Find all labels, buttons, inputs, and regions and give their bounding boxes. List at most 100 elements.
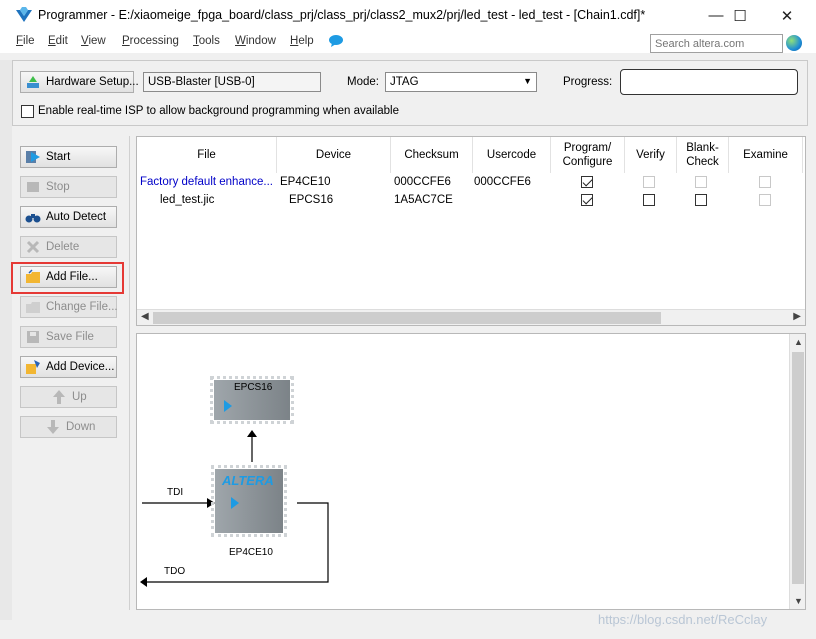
hardware-icon — [27, 76, 39, 88]
down-button[interactable]: Down — [20, 416, 117, 438]
header-device[interactable]: Device — [277, 137, 391, 173]
binoculars-icon — [25, 214, 41, 223]
menu-view[interactable]: View — [81, 35, 106, 47]
header-program-line2: Configure — [562, 156, 613, 168]
header-blank-line2: Check — [686, 156, 719, 168]
up-label: Up — [72, 391, 87, 403]
arrow-down-icon — [47, 420, 59, 434]
cell-usercode: 000CCFE6 — [474, 176, 531, 188]
ep4ce10-chip[interactable]: ALTERA — [211, 465, 287, 537]
menu-window[interactable]: Window — [235, 35, 276, 47]
chip-arrow-icon — [231, 497, 239, 509]
delete-label: Delete — [46, 241, 80, 253]
ep4ce10-label: EP4CE10 — [229, 547, 273, 558]
window-title: Programmer - E:/xiaomeige_fpga_board/cla… — [38, 8, 646, 22]
save-file-button[interactable]: Save File — [20, 326, 117, 348]
tdi-label: TDI — [167, 487, 184, 498]
verify-checkbox[interactable] — [643, 176, 655, 188]
arrow-up-icon — [53, 390, 65, 404]
auto-detect-button[interactable]: Auto Detect — [20, 206, 117, 228]
header-file[interactable]: File — [137, 137, 277, 173]
action-sidebar: Start Stop Auto Detect Delete Add File..… — [12, 136, 130, 610]
add-file-highlight-box — [11, 262, 124, 294]
cell-device: EP4CE10 — [280, 176, 331, 188]
menu-file[interactable]: File — [16, 35, 35, 47]
close-button[interactable]: ✕ — [767, 0, 807, 31]
stop-icon — [27, 182, 39, 192]
folder-change-icon — [26, 302, 40, 313]
header-program-line1: Program/ — [563, 142, 612, 154]
search-input[interactable] — [650, 34, 783, 53]
stop-label: Stop — [46, 181, 70, 193]
down-label: Down — [66, 421, 96, 433]
horizontal-scrollbar[interactable]: ◀ ▶ — [137, 309, 805, 325]
up-button[interactable]: Up — [20, 386, 117, 408]
change-file-button[interactable]: Change File... — [20, 296, 118, 318]
vertical-scrollbar[interactable]: ▲ ▼ — [789, 334, 805, 609]
watermark: https://blog.csdn.net/ReCclay — [598, 612, 768, 627]
device-table: File Device Checksum Usercode Program/ C… — [136, 136, 806, 326]
horizontal-scroll-thumb[interactable] — [153, 312, 661, 324]
program-checkbox[interactable] — [581, 176, 593, 188]
menu-tools[interactable]: Tools — [193, 35, 220, 47]
add-device-button[interactable]: Add Device... — [20, 356, 117, 378]
add-device-label: Add Device... — [46, 361, 115, 373]
scroll-left-icon[interactable]: ◀ — [141, 311, 149, 322]
progress-label: Progress: — [563, 76, 613, 88]
scroll-up-icon[interactable]: ▲ — [794, 337, 803, 347]
stop-button[interactable]: Stop — [20, 176, 117, 198]
delete-button[interactable]: Delete — [20, 236, 117, 258]
chat-bubble-icon[interactable] — [328, 34, 344, 48]
header-blank-check[interactable]: Blank- Check — [677, 137, 729, 173]
header-usercode[interactable]: Usercode — [473, 137, 551, 173]
maximize-button[interactable]: ☐ — [720, 0, 760, 31]
cell-checksum: 000CCFE6 — [394, 176, 451, 188]
save-disk-icon — [27, 331, 39, 343]
tdo-label: TDO — [164, 566, 186, 577]
menu-edit[interactable]: Edit — [48, 35, 68, 47]
menu-processing[interactable]: Processing — [122, 35, 179, 47]
start-button[interactable]: Start — [20, 146, 117, 168]
hardware-device-field: USB-Blaster [USB-0] — [143, 72, 321, 92]
header-program-configure[interactable]: Program/ Configure — [551, 137, 625, 173]
mode-label: Mode: — [347, 76, 379, 88]
save-file-label: Save File — [46, 331, 94, 343]
start-label: Start — [46, 151, 71, 163]
chevron-down-icon: ▼ — [523, 76, 532, 86]
vertical-scroll-thumb[interactable] — [792, 352, 804, 584]
cell-file: Factory default enhance... — [140, 176, 273, 188]
left-edge — [0, 60, 12, 620]
examine-checkbox[interactable] — [759, 194, 771, 206]
hardware-setup-button[interactable]: Hardware Setup... — [20, 71, 139, 93]
scroll-down-icon[interactable]: ▼ — [794, 596, 803, 606]
header-checksum[interactable]: Checksum — [391, 137, 473, 173]
quartus-logo-icon — [16, 7, 32, 22]
globe-icon[interactable] — [786, 35, 802, 51]
header-verify[interactable]: Verify — [625, 137, 677, 173]
delete-x-icon — [26, 240, 40, 254]
isp-label: Enable real-time ISP to allow background… — [38, 105, 399, 117]
header-blank-line1: Blank- — [686, 142, 719, 154]
hardware-panel: Hardware Setup... USB-Blaster [USB-0] Mo… — [12, 60, 808, 126]
cell-device: EPCS16 — [289, 194, 334, 206]
cell-checksum: 1A5AC7CE — [394, 194, 453, 206]
blank-check-checkbox[interactable] — [695, 194, 707, 206]
hardware-setup-label: Hardware Setup... — [46, 76, 139, 88]
cell-file: led_test.jic — [160, 194, 215, 206]
header-examine[interactable]: Examine — [729, 137, 803, 173]
play-icon — [26, 151, 40, 163]
add-device-icon — [26, 360, 40, 374]
mode-value: JTAG — [390, 76, 419, 88]
auto-detect-label: Auto Detect — [46, 211, 107, 223]
menu-help[interactable]: Help — [290, 35, 314, 47]
examine-checkbox[interactable] — [759, 176, 771, 188]
program-checkbox[interactable] — [581, 194, 593, 206]
altera-logo: ALTERA — [222, 473, 274, 488]
title-bar: Programmer - E:/xiaomeige_fpga_board/cla… — [0, 0, 816, 31]
scroll-right-icon[interactable]: ▶ — [793, 311, 801, 322]
isp-checkbox[interactable] — [21, 105, 34, 118]
change-file-label: Change File... — [46, 301, 118, 313]
mode-select[interactable]: JTAG ▼ — [385, 72, 537, 92]
blank-check-checkbox[interactable] — [695, 176, 707, 188]
verify-checkbox[interactable] — [643, 194, 655, 206]
